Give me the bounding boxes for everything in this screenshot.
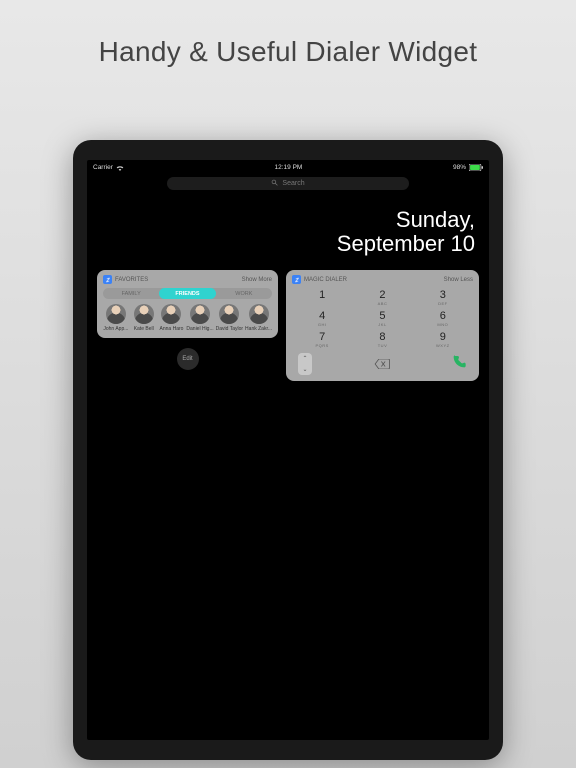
search-icon: [271, 179, 278, 188]
contact-item[interactable]: Anna Haro: [159, 304, 185, 332]
dial-key-letters: TUV: [352, 343, 412, 348]
dial-key-number: 5: [352, 311, 412, 322]
wifi-icon: [116, 165, 124, 171]
avatar: [249, 304, 269, 324]
favorites-show-more[interactable]: Show More: [242, 277, 272, 283]
call-button[interactable]: [451, 354, 467, 375]
dial-key-number: 2: [352, 290, 412, 301]
dial-key-letters: JKL: [352, 322, 412, 327]
avatar: [106, 304, 126, 324]
dial-key-7[interactable]: 7PQRS: [292, 330, 352, 349]
backspace-icon: [374, 359, 390, 369]
avatar: [190, 304, 210, 324]
dial-key-letters: MNO: [413, 322, 473, 327]
dial-key-1[interactable]: 1: [292, 288, 352, 307]
dial-key-9[interactable]: 9WXYZ: [413, 330, 473, 349]
device-frame: Carrier 12:19 PM 98% Search Sunday, Sept…: [73, 140, 503, 760]
favorites-tab-family[interactable]: FAMILY: [103, 288, 159, 299]
contact-item[interactable]: Kate Bell: [131, 304, 157, 332]
dial-key-6[interactable]: 6MNO: [413, 309, 473, 328]
contact-item[interactable]: Hank Zakr...: [245, 304, 272, 332]
favorites-tabs: FAMILYFRIENDSWORK: [103, 288, 272, 299]
dial-key-letters: WXYZ: [413, 343, 473, 348]
contact-name: John App...: [103, 326, 129, 332]
dial-key-8[interactable]: 8TUV: [352, 330, 412, 349]
edit-button[interactable]: Edit: [177, 348, 199, 370]
delete-button[interactable]: [373, 358, 391, 370]
page-headline: Handy & Useful Dialer Widget: [0, 0, 576, 68]
number-stepper[interactable]: ⌃ ⌄: [298, 353, 312, 375]
dial-key-letters: ABC: [352, 301, 412, 306]
date-month-day: September 10: [87, 232, 475, 256]
dialer-widget: MAGIC DIALER Show Less 12ABC3DEF 4GHI5JKL…: [286, 270, 479, 381]
status-bar: Carrier 12:19 PM 98%: [87, 160, 489, 173]
contact-name: Hank Zakr...: [245, 326, 272, 332]
favorites-tab-friends[interactable]: FRIENDS: [159, 288, 215, 299]
chevron-up-icon: ⌃: [302, 355, 307, 362]
dial-pad: 12ABC3DEF 4GHI5JKL6MNO 7PQRS8TUV9WXYZ: [292, 288, 473, 349]
dial-key-3[interactable]: 3DEF: [413, 288, 473, 307]
date-weekday: Sunday,: [87, 208, 475, 232]
dialer-show-less[interactable]: Show Less: [444, 277, 473, 283]
contact-item[interactable]: David Taylor: [216, 304, 243, 332]
favorites-contacts: John App...Kate BellAnna HaroDaniel Hig.…: [103, 304, 272, 332]
contact-name: Kate Bell: [131, 326, 157, 332]
avatar: [134, 304, 154, 324]
battery-icon: [469, 164, 483, 171]
dial-key-number: 8: [352, 332, 412, 343]
dial-key-letters: DEF: [413, 301, 473, 306]
dialer-app-icon: [292, 275, 301, 284]
battery-percent: 98%: [453, 164, 466, 171]
dial-key-letters: GHI: [292, 322, 352, 327]
dial-key-4[interactable]: 4GHI: [292, 309, 352, 328]
contact-name: Anna Haro: [159, 326, 185, 332]
contact-name: David Taylor: [216, 326, 243, 332]
favorites-title: FAVORITES: [115, 277, 148, 283]
dial-key-number: 1: [292, 290, 352, 301]
dial-key-5[interactable]: 5JKL: [352, 309, 412, 328]
dial-key-2[interactable]: 2ABC: [352, 288, 412, 307]
dial-key-number: 7: [292, 332, 352, 343]
dialer-title: MAGIC DIALER: [304, 277, 347, 283]
contact-item[interactable]: John App...: [103, 304, 129, 332]
avatar: [219, 304, 239, 324]
favorites-tab-work[interactable]: WORK: [216, 288, 272, 299]
dial-key-number: 3: [413, 290, 473, 301]
favorites-app-icon: [103, 275, 112, 284]
clock-label: 12:19 PM: [275, 164, 303, 171]
dial-key-number: 4: [292, 311, 352, 322]
phone-icon: [451, 354, 467, 370]
search-placeholder: Search: [282, 180, 304, 187]
device-screen: Carrier 12:19 PM 98% Search Sunday, Sept…: [87, 160, 489, 740]
dial-key-number: 6: [413, 311, 473, 322]
favorites-widget: FAVORITES Show More FAMILYFRIENDSWORK Jo…: [97, 270, 278, 338]
dial-key-letters: PQRS: [292, 343, 352, 348]
dial-key-number: 9: [413, 332, 473, 343]
lockscreen-date: Sunday, September 10: [87, 190, 489, 270]
avatar: [161, 304, 181, 324]
chevron-down-icon: ⌄: [302, 366, 307, 373]
search-input[interactable]: Search: [167, 177, 408, 190]
carrier-label: Carrier: [93, 164, 113, 171]
contact-name: Daniel Hig...: [186, 326, 213, 332]
contact-item[interactable]: Daniel Hig...: [186, 304, 213, 332]
